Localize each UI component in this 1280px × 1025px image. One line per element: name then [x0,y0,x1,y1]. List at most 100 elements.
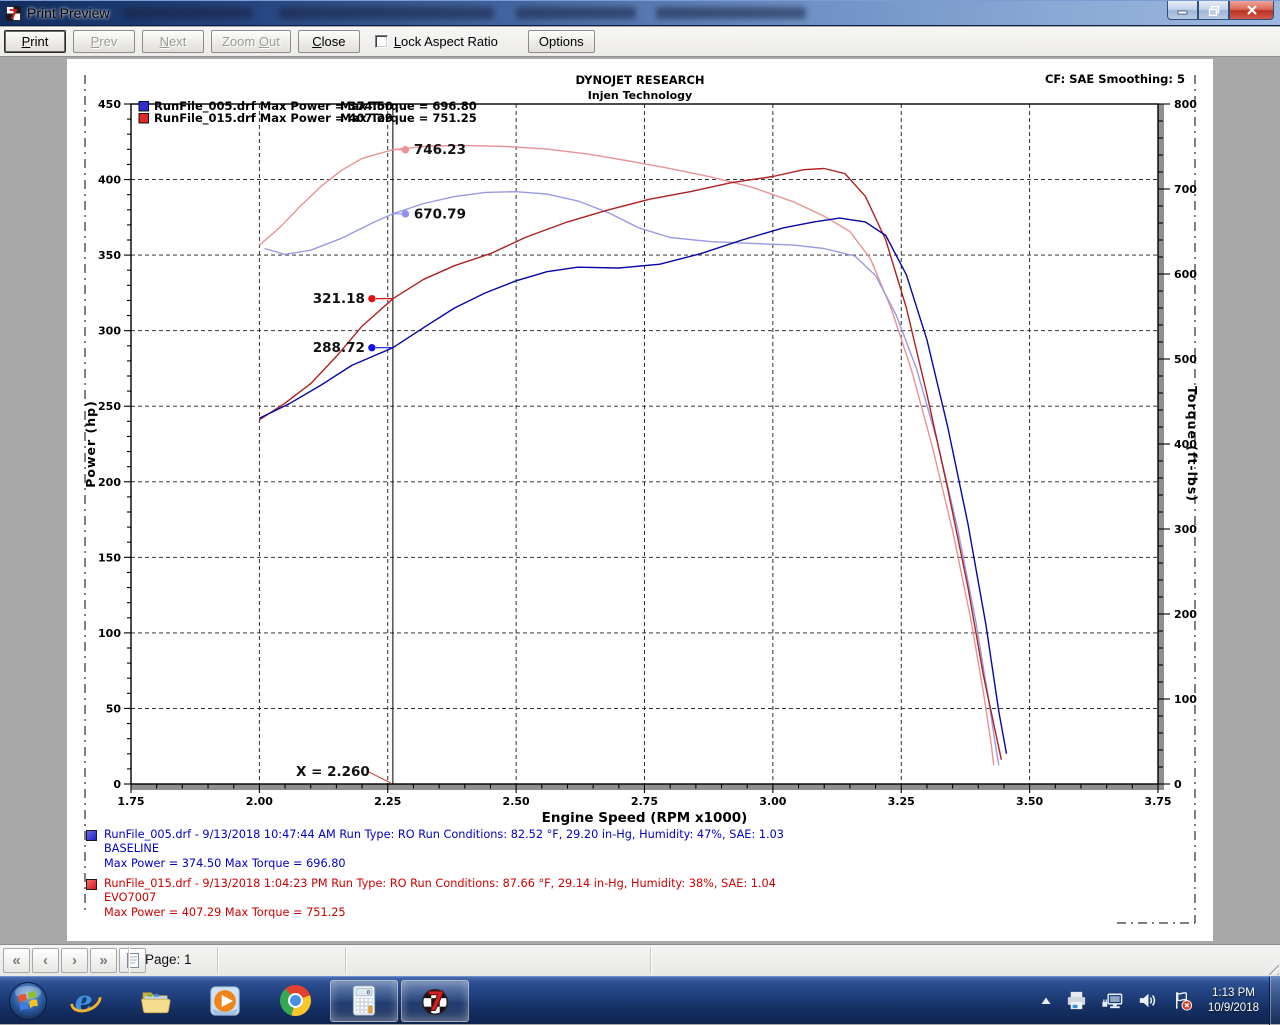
windows-logo-icon [8,981,48,1021]
cursor-x-label: X = 2.260 [296,764,370,780]
run-info-baseline: RunFile_005.drf - 9/13/2018 10:47:44 AM … [86,828,784,871]
nav-first-button[interactable]: « [3,948,30,973]
page-nav-bar: «‹›» Page: 1 [0,944,1280,976]
svg-text:2.00: 2.00 [246,795,273,808]
svg-text:7: 7 [427,986,445,1017]
axis-tick-labels: 0501001502002503003504004500100200300400… [98,98,1197,808]
gridlines [131,104,1158,784]
winpep-app-icon: 7 [5,5,22,22]
tray-hidden-icons-icon[interactable] [1039,995,1053,1007]
series-power_015 [259,169,1001,760]
lock-aspect-checkbox[interactable] [375,35,388,48]
close-button[interactable] [1229,1,1274,20]
legend-torque-text: Max Torque = 751.25 [340,111,477,125]
run-info-max: Max Power = 407.29 Max Torque = 751.25 [104,906,776,920]
svg-text:100: 100 [98,627,121,640]
options-button[interactable]: Options [528,30,595,53]
title-bar: 7 Print Preview [0,0,1280,26]
svg-text:600: 600 [1174,268,1197,281]
run-info-evo7007: RunFile_015.drf - 9/13/2018 1:04:23 PM R… [86,877,776,920]
svg-text:200: 200 [98,476,121,489]
x-axis-title: Engine Speed (RPM x1000) [542,810,748,826]
close-button[interactable]: Close [298,30,360,53]
nav-last-button[interactable]: » [90,948,117,973]
next-button: Next [142,30,204,53]
svg-text:400: 400 [98,174,121,187]
minimize-button[interactable] [1167,1,1198,20]
power-axis-title: Power (hp) [83,400,98,488]
taskbar-winpep-window-button[interactable]: 7 [401,980,469,1022]
readout-value: 288.72 [313,340,365,356]
prev-button: Prev [73,30,135,53]
print-button[interactable]: Print [4,30,66,53]
start-button[interactable] [6,979,50,1023]
separator [128,947,130,974]
readout-marker [368,344,375,351]
tray-volume-icon[interactable] [1136,989,1159,1012]
taskbar-chrome-icon[interactable] [260,979,330,1023]
clock-date: 10/9/2018 [1208,1001,1259,1016]
svg-text:2.75: 2.75 [631,795,658,808]
svg-text:3.50: 3.50 [1016,795,1043,808]
minimize-icon [1177,6,1188,15]
svg-text:2.50: 2.50 [503,795,530,808]
taskbar-media-player-icon[interactable] [190,979,260,1023]
svg-text:0: 0 [366,989,370,996]
readout-marker [368,295,375,302]
window-title: Print Preview [27,5,109,21]
nav-goto-page-button[interactable] [119,948,146,973]
svg-text:500: 500 [1174,353,1197,366]
show-desktop-button[interactable] [1269,977,1280,1025]
separator [650,947,652,974]
axis-titles: Power (hp)Torque (ft-lbs)Engine Speed (R… [83,386,1200,826]
axis-shadow [131,784,1164,790]
svg-text:0: 0 [113,778,121,791]
run-info-line: RunFile_015.drf - 9/13/2018 1:04:23 PM R… [104,877,776,891]
svg-text:350: 350 [98,249,121,262]
legend-swatch [139,114,149,124]
svg-text:100: 100 [1174,693,1197,706]
run-info-name: BASELINE [104,842,784,856]
taskbar-internet-explorer-icon[interactable]: e [50,979,120,1023]
taskbar-windows-explorer-icon[interactable] [120,979,190,1023]
lock-aspect-label: Lock Aspect Ratio [394,34,498,49]
svg-text:250: 250 [98,400,121,413]
page-number-label: Page: 1 [145,952,192,967]
resize-grip[interactable] [1263,959,1279,975]
tray-printer-icon[interactable] [1065,989,1088,1012]
series-torque_005 [265,192,999,766]
series-torque_015 [259,145,993,765]
close-icon [1246,5,1258,16]
tray-action-center-icon[interactable] [1171,989,1194,1012]
svg-text:2.25: 2.25 [374,795,401,808]
svg-text:700: 700 [1174,183,1197,196]
nav-next-button[interactable]: › [61,948,88,973]
taskbar-clock[interactable]: 1:13 PM 10/9/2018 [1208,986,1259,1016]
run-info-name: EVO7007 [104,891,776,905]
readout-value: 321.18 [313,291,365,307]
chart-legend: RunFile_005.drf Max Power = 374.50Max To… [139,99,477,126]
svg-text:200: 200 [1174,608,1197,621]
print-preview-client: DYNOJET RESEARCH Injen Technology CF: SA… [0,58,1280,944]
svg-text:300: 300 [98,325,121,338]
legend-swatch [139,102,149,112]
separator [345,947,347,974]
svg-text:50: 50 [106,702,122,715]
svg-text:e: e [75,984,93,1017]
restore-button[interactable] [1198,1,1229,20]
nav-prev-button[interactable]: ‹ [32,948,59,973]
zoom-out-button: Zoom Out [211,30,291,53]
separator [217,947,219,974]
svg-text:1.75: 1.75 [117,795,144,808]
readout-value: 746.23 [414,142,466,158]
svg-text:3.00: 3.00 [759,795,786,808]
taskbar-calculator-window-button[interactable]: 0 [330,980,398,1022]
run-color-swatch [86,830,97,841]
svg-text:7: 7 [9,8,18,22]
svg-text:300: 300 [1174,523,1197,536]
tray-network-icon[interactable] [1100,989,1124,1012]
redacted-title-text [656,7,806,19]
readout-value: 670.79 [414,206,466,222]
taskbar: e 0 7 1:13 PM 10/9/2018 [0,976,1280,1024]
svg-text:0: 0 [1174,778,1182,791]
